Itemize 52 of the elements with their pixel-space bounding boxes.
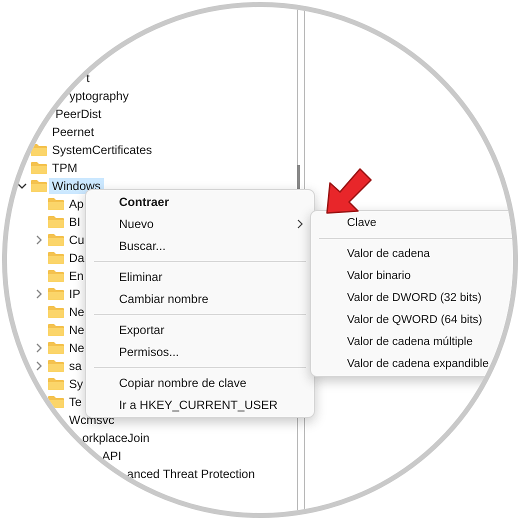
tree-item[interactable]: Sy bbox=[66, 376, 86, 392]
folder-icon bbox=[47, 323, 65, 337]
menu-item[interactable]: Permisos... bbox=[86, 341, 314, 363]
folder-icon bbox=[47, 215, 65, 229]
tree-item[interactable]: TPM bbox=[49, 160, 80, 176]
tree-item[interactable]: Ne bbox=[66, 340, 88, 356]
menu-item[interactable]: Eliminar bbox=[86, 266, 314, 288]
tree-item[interactable]: Ne bbox=[66, 304, 88, 320]
folder-icon bbox=[30, 143, 48, 157]
tree-item[interactable]: Windows bbox=[49, 178, 104, 194]
tree-item[interactable]: En bbox=[66, 268, 87, 284]
folder-icon bbox=[47, 377, 65, 391]
tree-item[interactable]: anced Threat Protection bbox=[124, 466, 258, 482]
folder-icon bbox=[47, 269, 65, 283]
menu-item[interactable]: Cambiar nombre bbox=[86, 288, 314, 310]
tree-item[interactable]: Ap bbox=[66, 196, 87, 212]
tree-item[interactable]: t bbox=[83, 70, 93, 86]
folder-icon bbox=[47, 197, 65, 211]
tree-item[interactable]: API bbox=[99, 448, 124, 464]
folder-icon bbox=[47, 395, 65, 409]
folder-icon bbox=[47, 287, 65, 301]
menu-item[interactable]: Valor de QWORD (64 bits) bbox=[311, 309, 513, 331]
tree-item[interactable]: Cu bbox=[66, 232, 88, 248]
tree-item[interactable]: yptography bbox=[66, 88, 132, 104]
menu-item[interactable]: Valor de DWORD (32 bits) bbox=[311, 287, 513, 309]
tree-item[interactable]: IP bbox=[66, 286, 84, 302]
menu-item[interactable]: Copiar nombre de clave bbox=[86, 372, 314, 394]
folder-icon bbox=[30, 179, 48, 193]
tree-item[interactable]: Ne bbox=[66, 322, 88, 338]
menu-item[interactable]: Buscar... bbox=[86, 235, 314, 257]
menu-item[interactable]: Clave bbox=[311, 212, 513, 234]
menu-item[interactable]: Valor de cadena bbox=[311, 243, 513, 265]
folder-icon bbox=[47, 251, 65, 265]
tree-item[interactable]: Te bbox=[66, 394, 85, 410]
menu-item[interactable]: Nuevo bbox=[86, 213, 314, 235]
menu-item[interactable]: Exportar bbox=[86, 319, 314, 341]
menu-item[interactable]: Valor de cadena múltiple bbox=[311, 331, 513, 353]
tree-item[interactable]: PeerDist bbox=[52, 106, 104, 122]
menu-item[interactable]: Contraer bbox=[86, 191, 314, 213]
tree-item[interactable]: BI bbox=[66, 214, 84, 230]
tree-item[interactable]: Da bbox=[66, 250, 88, 266]
menu-item[interactable]: Valor de cadena expandible bbox=[311, 353, 513, 375]
menu-item[interactable]: Valor binario bbox=[311, 265, 513, 287]
folder-icon bbox=[47, 341, 65, 355]
tree-item[interactable]: orkplaceJoin bbox=[79, 430, 153, 446]
tree-item[interactable]: sa bbox=[66, 358, 85, 374]
folder-icon bbox=[30, 161, 48, 175]
folder-icon bbox=[47, 305, 65, 319]
folder-icon bbox=[47, 233, 65, 247]
folder-icon bbox=[47, 359, 65, 373]
tree-item[interactable]: SystemCertificates bbox=[49, 142, 156, 158]
tree-item[interactable]: Peernet bbox=[49, 124, 98, 140]
